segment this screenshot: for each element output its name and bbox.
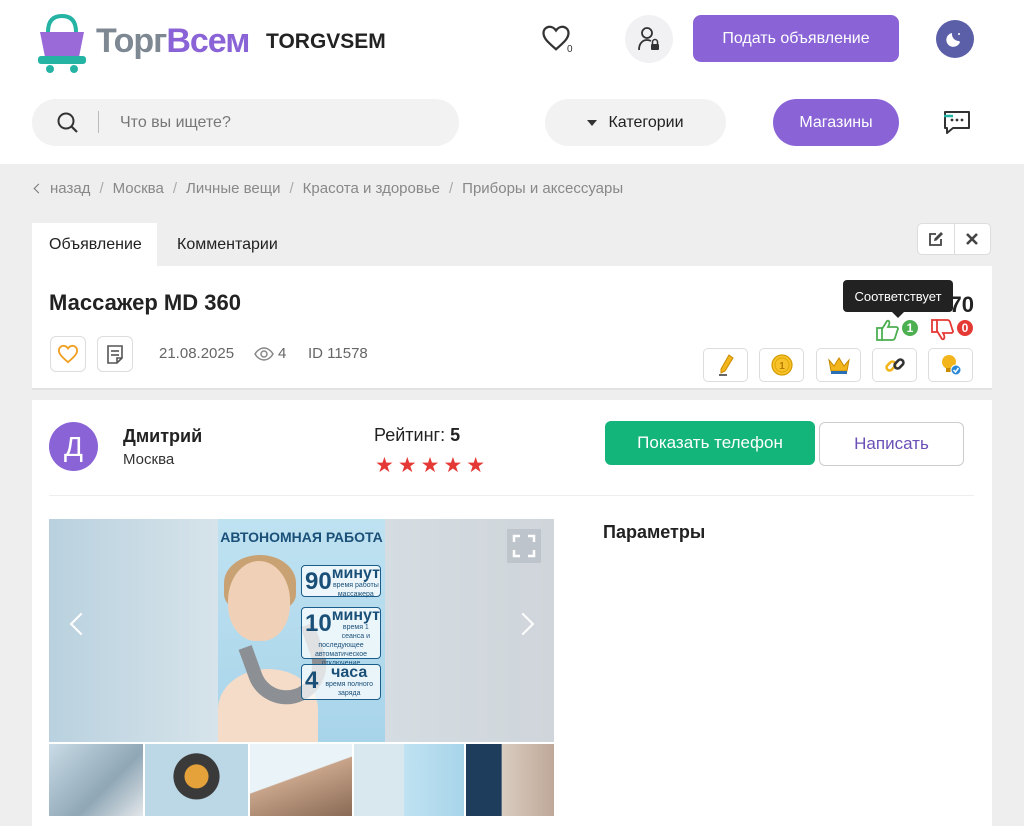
divider [49, 495, 974, 496]
thumbnail-3[interactable] [250, 744, 352, 816]
promo-verify-button[interactable] [928, 348, 973, 382]
breadcrumb-back[interactable]: назад [32, 180, 90, 197]
seller-city: Москва [123, 451, 175, 468]
breadcrumb: назад / Москва / Личные вещи / Красота и… [32, 180, 623, 197]
thumbs-up-button[interactable]: 1 [875, 318, 920, 347]
seller-card: Д Дмитрий Москва Рейтинг: 5 ★★★★★ Показа… [32, 400, 992, 826]
close-button[interactable] [953, 224, 990, 254]
edit-icon [929, 232, 943, 246]
listing-header-card: Массажер MD 360 70 Соответствует 1 0 21.… [32, 266, 992, 390]
messages-button[interactable] [941, 108, 973, 141]
eye-icon [254, 346, 274, 361]
shopping-bag-logo-icon [38, 13, 86, 73]
share-link-button[interactable] [872, 348, 917, 382]
tab-ad[interactable]: Объявление [32, 223, 157, 266]
coin-icon: 1 [770, 354, 793, 376]
seller-rating: Рейтинг: 5 [374, 425, 461, 445]
promo-highlight-button[interactable] [703, 348, 748, 382]
fullscreen-icon [512, 534, 536, 558]
thumbs-up-icon [876, 319, 899, 341]
lightbulb-check-icon [941, 355, 961, 376]
search-input[interactable] [120, 99, 440, 146]
add-to-favorites-button[interactable] [50, 336, 86, 372]
promo-coin-button[interactable]: 1 [759, 348, 804, 382]
poster-box-2: 10 минут время 1 сеанса и последующее авто… [301, 607, 381, 667]
rating-stars: ★★★★★ [375, 454, 490, 477]
thumbs-down-button[interactable]: 0 [930, 318, 975, 347]
add-note-button[interactable] [97, 336, 133, 372]
categories-label: Категории [608, 113, 684, 131]
ad-tools [917, 223, 991, 255]
breadcrumb-item-devices[interactable]: Приборы и аксессуары [462, 180, 623, 197]
write-message-button[interactable]: Написать [819, 422, 964, 466]
breadcrumb-item-personal[interactable]: Личные вещи [186, 180, 280, 197]
thumbnail-5[interactable] [466, 744, 554, 816]
listing-title: Массажер MD 360 [49, 290, 241, 315]
search-icon[interactable] [56, 111, 80, 135]
image-gallery[interactable]: АВТОНОМНАЯ РАБОТА 90 минут время работы ма… [49, 519, 554, 742]
gallery-prev-arrow[interactable] [69, 612, 93, 636]
listing-date: 21.08.2025 [159, 345, 235, 362]
poster-box-3: 4 часа время полного заряда [301, 664, 381, 700]
link-icon [884, 358, 905, 372]
caret-down-icon [587, 119, 598, 126]
breadcrumb-item-city[interactable]: Москва [113, 180, 164, 197]
thumbnail-2[interactable] [145, 744, 248, 816]
listing-id: ID 11578 [308, 345, 368, 362]
gallery-thumbnails [49, 744, 554, 816]
parameters-title: Параметры [603, 522, 706, 542]
poster-box-1: 90 минут время работы массажера [301, 565, 381, 598]
theme-toggle-button[interactable] [936, 20, 974, 58]
chevron-left-icon [33, 183, 44, 194]
moon-icon [946, 33, 960, 47]
brand-name: TORGVSEM [266, 30, 386, 53]
pencil-marker-icon [718, 354, 734, 376]
user-account-button[interactable] [625, 15, 673, 63]
thumbnail-4[interactable] [354, 744, 464, 816]
header-top: ТоргВсем TORGVSEM 0 Подать объявление [0, 0, 1024, 84]
site-logo[interactable]: ТоргВсем [34, 12, 259, 74]
chat-icon [944, 111, 970, 134]
poster-title: АВТОНОМНАЯ РАБОТА [220, 529, 383, 545]
tab-comments[interactable]: Комментарии [160, 223, 295, 266]
avatar[interactable]: Д [49, 422, 98, 471]
shops-button[interactable]: Магазины [773, 99, 899, 146]
favorites-count: 0 [567, 44, 573, 55]
svg-text:1: 1 [779, 361, 785, 372]
likes-count: 1 [900, 318, 920, 338]
post-ad-button[interactable]: Подать объявление [693, 15, 899, 62]
seller-name[interactable]: Дмитрий [123, 426, 202, 447]
search-bar [32, 99, 459, 146]
logo-text: ТоргВсем [96, 22, 250, 60]
search-divider [98, 111, 99, 133]
gallery-next-arrow[interactable] [511, 612, 535, 636]
crown-icon [827, 357, 850, 374]
categories-button[interactable]: Категории [545, 99, 726, 146]
heart-icon [57, 344, 79, 364]
listing-views: 4 [254, 345, 286, 362]
vote-tooltip: Соответствует [843, 280, 953, 318]
show-phone-button[interactable]: Показать телефон [605, 421, 815, 465]
breadcrumb-item-beauty[interactable]: Красота и здоровье [303, 180, 440, 197]
edit-button[interactable] [918, 224, 954, 254]
header-search-row: Категории Магазины [0, 84, 1024, 164]
main-product-image: АВТОНОМНАЯ РАБОТА 90 минут время работы ма… [218, 519, 385, 742]
promo-crown-button[interactable] [816, 348, 861, 382]
fullscreen-button[interactable] [507, 529, 541, 563]
thumbs-down-icon [931, 319, 954, 341]
listing-price: 70 [949, 292, 974, 317]
close-icon [966, 233, 979, 245]
thumbnail-1[interactable] [49, 744, 143, 816]
note-icon [107, 345, 123, 364]
dislikes-count: 0 [955, 318, 975, 338]
user-lock-icon [638, 27, 659, 51]
